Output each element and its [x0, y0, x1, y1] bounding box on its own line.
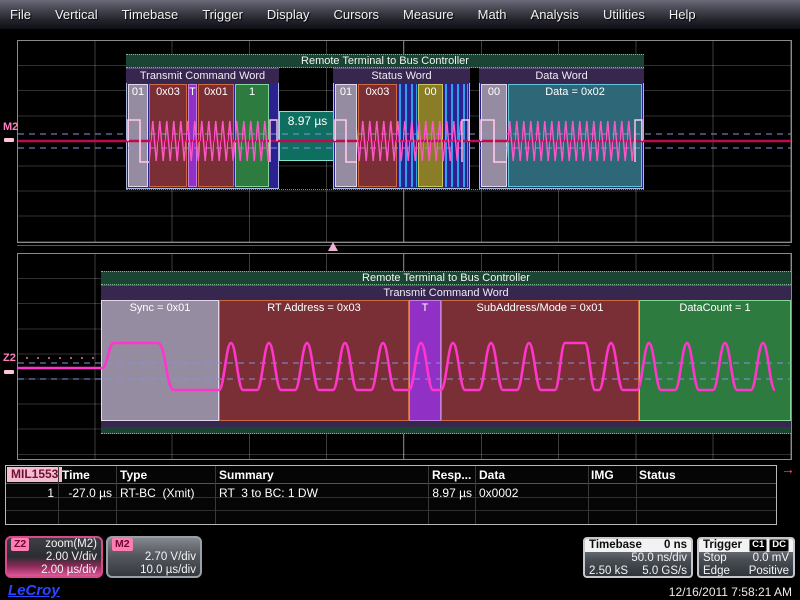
descriptor-m2[interactable]: M2 2.70 V/div 10.0 µs/div: [106, 536, 202, 578]
col-header-time: Time: [62, 468, 90, 482]
row-time: -27.0 µs: [62, 486, 112, 500]
trigger-type: Edge: [703, 565, 730, 578]
row-type: RT-BC (Xmit): [120, 486, 194, 500]
timebase-offset: 0 ns: [664, 539, 687, 552]
timebase-rate: 5.0 GS/s: [642, 565, 687, 578]
menu-item-timebase[interactable]: Timebase: [122, 7, 179, 22]
trigger-source-badge: C1: [749, 539, 767, 552]
trigger-slope: Positive: [749, 565, 789, 578]
m2-tdiv: 10.0 µs/div: [140, 564, 196, 577]
timebase-samples: 2.50 kS: [589, 565, 628, 578]
lecroy-logo: LeCroy: [8, 582, 60, 599]
timebase-tdiv: 50.0 ns/div: [631, 552, 687, 565]
m2-vdiv: 2.70 V/div: [145, 551, 196, 564]
menu-item-trigger[interactable]: Trigger: [202, 7, 243, 22]
z2-badge: Z2: [11, 538, 29, 551]
waveform-grid-main[interactable]: Remote Terminal to Bus Controller Transm…: [17, 40, 792, 243]
row-resp: 8.97 µs: [426, 486, 472, 500]
col-header-type: Type: [120, 468, 147, 482]
menu-item-analysis[interactable]: Analysis: [531, 7, 579, 22]
menu-item-help[interactable]: Help: [669, 7, 696, 22]
menu-bar: File Vertical Timebase Trigger Display C…: [0, 0, 800, 30]
col-header-data: Data: [479, 468, 505, 482]
col-header-resp: Resp...: [432, 468, 471, 482]
m2-trace-svg: [18, 41, 791, 242]
menu-item-utilities[interactable]: Utilities: [603, 7, 645, 22]
m2-zero-level-marker: [4, 138, 14, 142]
z2-trace-svg: [18, 254, 791, 459]
menu-item-cursors[interactable]: Cursors: [334, 7, 380, 22]
trigger-position-marker[interactable]: [328, 242, 338, 251]
timebase-label: Timebase: [589, 539, 642, 552]
z2-zero-level-marker: [4, 370, 14, 374]
menu-item-display[interactable]: Display: [267, 7, 310, 22]
decode-result-table: MIL1553 Time Type Summary Resp... Data I…: [5, 465, 777, 525]
trigger-label: Trigger: [703, 539, 742, 552]
waveform-grid-zoom[interactable]: Remote Terminal to Bus Controller Transm…: [17, 253, 792, 460]
grid-divider-line: [17, 245, 790, 246]
descriptor-z2[interactable]: Z2 zoom(M2) 2.00 V/div 2.00 µs/div: [5, 536, 103, 578]
z2-trace-path: [18, 343, 775, 390]
menu-item-math[interactable]: Math: [478, 7, 507, 22]
oscilloscope-screen: File Vertical Timebase Trigger Display C…: [0, 0, 800, 600]
descriptor-timebase[interactable]: Timebase 0 ns 50.0 ns/div 2.50 kS 5.0 GS…: [583, 537, 693, 578]
channel-label-m2[interactable]: M2: [3, 121, 18, 133]
channel-label-z2[interactable]: Z2: [3, 352, 16, 364]
descriptor-trigger[interactable]: Trigger C1 DC Stop 0.0 mV Edge Positive: [697, 537, 795, 578]
z2-tdiv: 2.00 µs/div: [41, 564, 97, 577]
datetime-stamp: 12/16/2011 7:58:21 AM: [669, 585, 792, 599]
trigger-coupling-badge: DC: [769, 539, 789, 552]
table-scroll-arrow-icon[interactable]: →: [781, 461, 795, 477]
col-header-img: IMG: [591, 468, 614, 482]
col-header-summary: Summary: [219, 468, 274, 482]
m2-badge: M2: [112, 538, 133, 551]
menu-item-vertical[interactable]: Vertical: [55, 7, 98, 22]
menu-item-measure[interactable]: Measure: [403, 7, 454, 22]
menu-item-file[interactable]: File: [10, 7, 31, 22]
trigger-mode: Stop: [703, 552, 727, 565]
row-index: 1: [14, 486, 54, 500]
protocol-tab-mil1553[interactable]: MIL1553: [7, 467, 62, 482]
row-data: 0x0002: [479, 486, 518, 500]
z2-vdiv: 2.00 V/div: [46, 551, 97, 564]
trigger-level: 0.0 mV: [753, 552, 789, 565]
col-header-status: Status: [639, 468, 676, 482]
z2-title: zoom(M2): [45, 538, 97, 551]
row-summary: RT 3 to BC: 1 DW: [219, 486, 318, 500]
